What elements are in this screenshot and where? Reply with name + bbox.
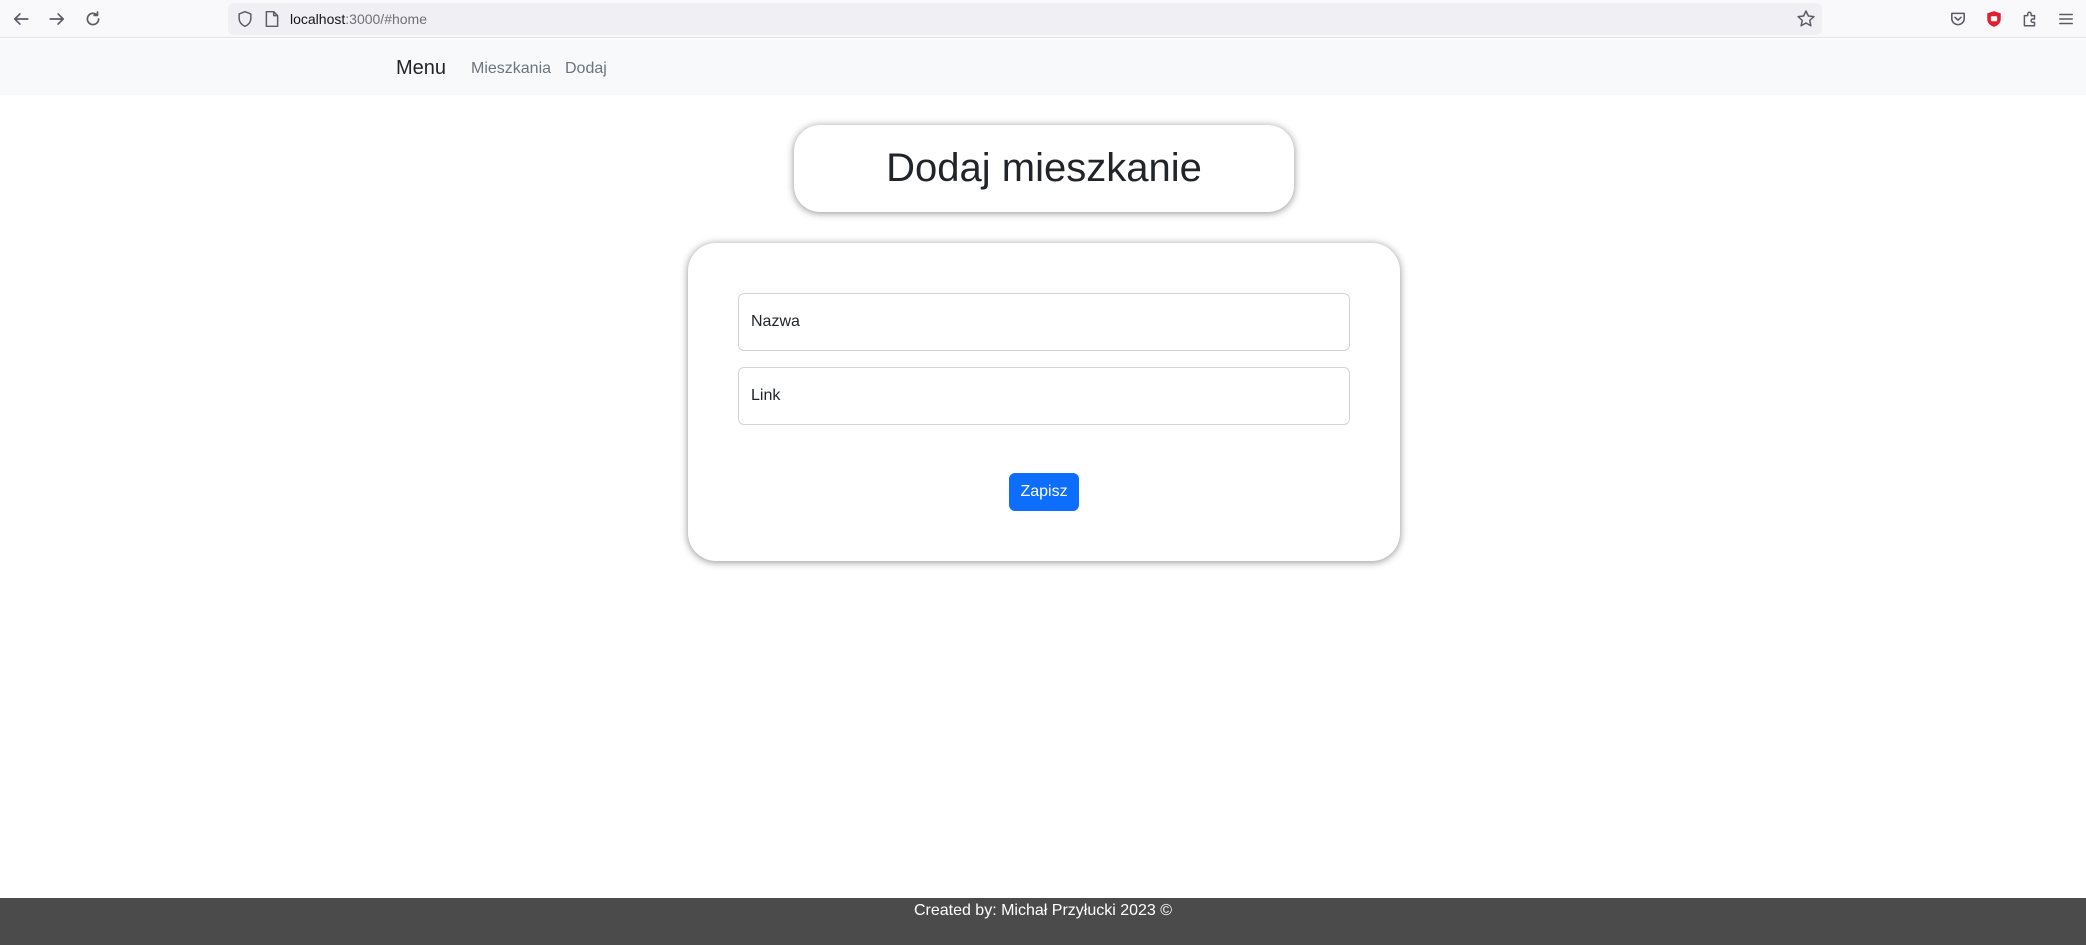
forward-button[interactable] [42,4,72,34]
star-icon[interactable] [1796,9,1816,29]
url-path: :3000/#home [345,11,427,27]
save-button[interactable]: Zapisz [1009,473,1079,511]
nav-link-mieszkania[interactable]: Mieszkania [471,39,551,95]
pocket-icon [1951,12,1965,26]
page-icon [265,10,279,28]
nav-link-dodaj[interactable]: Dodaj [565,39,607,95]
name-input[interactable] [738,293,1350,351]
reload-button[interactable] [78,4,108,34]
extensions-button[interactable] [2019,8,2041,30]
ublock-button[interactable] [1983,8,2005,30]
url-bar[interactable]: localhost:3000/#home [228,3,1822,35]
add-apartment-form: Zapisz [688,243,1400,561]
extensions-icon [2023,11,2036,27]
reload-icon [86,11,100,26]
menu-icon [2059,13,2073,25]
ublock-icon [1987,11,2001,27]
browser-toolbar: localhost:3000/#home [0,0,2086,38]
footer-text: Created by: Michał Przyłucki 2023 © [913,902,1173,919]
footer: Created by: Michał Przyłucki 2023 © [0,898,2086,945]
url-text[interactable]: localhost:3000/#home [290,3,427,35]
navbar: Menu Mieszkania Dodaj [0,39,2086,95]
url-host: localhost [290,11,346,27]
back-button[interactable] [6,4,36,34]
shield-icon[interactable] [236,10,254,28]
link-input[interactable] [738,367,1350,425]
title-card: Dodaj mieszkanie [794,125,1294,212]
pocket-button[interactable] [1947,8,1969,30]
page-title: Dodaj mieszkanie [886,146,1202,190]
app-menu-button[interactable] [2055,8,2077,30]
forward-icon [49,13,65,25]
navbar-brand[interactable]: Menu [396,39,446,95]
back-icon [13,13,29,25]
